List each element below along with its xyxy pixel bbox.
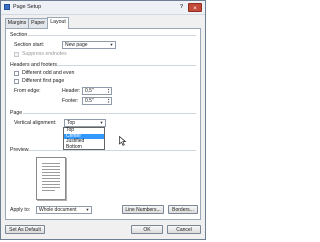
from-edge-label: From edge: bbox=[14, 88, 41, 94]
title-bar[interactable]: Page Setup ? × bbox=[1, 1, 205, 15]
spin-down-icon[interactable]: ▼ bbox=[106, 101, 111, 104]
preview-text-line bbox=[42, 172, 60, 173]
header-distance-label: Header: bbox=[62, 88, 81, 94]
spin-down-icon[interactable]: ▼ bbox=[106, 91, 111, 94]
section-start-select[interactable]: New page ▼ bbox=[62, 41, 116, 49]
set-as-default-button[interactable]: Set As Default bbox=[5, 225, 45, 234]
footer-distance-value: 0.5" bbox=[85, 98, 94, 104]
headers-footers-heading: Headers and footers bbox=[10, 62, 58, 68]
vertical-alignment-dropdown[interactable]: Top Center Justified Bottom bbox=[63, 127, 105, 150]
section-divider bbox=[28, 35, 196, 36]
vertical-alignment-select[interactable]: Top ▼ bbox=[64, 119, 106, 127]
option-bottom[interactable]: Bottom bbox=[64, 144, 104, 151]
tab-margins[interactable]: Margins bbox=[5, 18, 29, 28]
layout-panel: Section Section start: New page ▼ Suppre… bbox=[5, 28, 201, 220]
page-setup-dialog: Page Setup ? × Margins Paper Layout Sect… bbox=[0, 0, 206, 240]
preview-text-line bbox=[42, 163, 60, 164]
page-heading: Page bbox=[10, 110, 23, 116]
borders-button[interactable]: Borders... bbox=[168, 205, 198, 214]
apply-to-label: Apply to: bbox=[10, 207, 31, 213]
help-button[interactable]: ? bbox=[178, 4, 185, 11]
preview-divider bbox=[28, 150, 196, 151]
preview-text-line bbox=[42, 190, 55, 191]
footer-distance-label: Footer: bbox=[62, 98, 79, 104]
headers-footers-divider bbox=[57, 65, 196, 66]
different-odd-even-label: Different odd and even bbox=[22, 70, 75, 76]
vertical-alignment-label: Vertical alignment: bbox=[14, 120, 57, 126]
chevron-down-icon: ▼ bbox=[99, 120, 104, 125]
header-distance-value: 0.5" bbox=[85, 88, 94, 94]
tab-layout[interactable]: Layout bbox=[47, 17, 69, 29]
section-heading: Section bbox=[10, 32, 28, 38]
suppress-endnotes-label: Suppress endnotes bbox=[22, 51, 67, 57]
line-numbers-button[interactable]: Line Numbers... bbox=[122, 205, 164, 214]
preview-text-line bbox=[42, 187, 60, 188]
vertical-alignment-value: Top bbox=[67, 120, 76, 126]
preview-text-line bbox=[42, 184, 60, 185]
section-start-label: Section start: bbox=[14, 42, 45, 48]
mouse-pointer-icon bbox=[119, 136, 127, 146]
section-start-value: New page bbox=[65, 42, 88, 48]
different-first-page-checkbox[interactable] bbox=[14, 79, 19, 84]
ok-button[interactable]: OK bbox=[131, 225, 163, 234]
apply-to-select[interactable]: Whole document ▼ bbox=[36, 206, 92, 214]
different-odd-even-checkbox[interactable] bbox=[14, 71, 19, 76]
preview-text-line bbox=[42, 169, 60, 170]
page-preview bbox=[36, 157, 66, 200]
close-button[interactable]: × bbox=[188, 3, 202, 12]
footer-distance-spinner[interactable]: 0.5" ▲ ▼ bbox=[82, 97, 112, 105]
chevron-down-icon: ▼ bbox=[85, 207, 90, 212]
suppress-endnotes-checkbox[interactable] bbox=[14, 52, 19, 57]
preview-text-line bbox=[42, 181, 60, 182]
preview-text-line bbox=[42, 178, 60, 179]
tab-paper[interactable]: Paper bbox=[28, 18, 48, 28]
preview-heading: Preview bbox=[10, 147, 29, 153]
preview-text-line bbox=[42, 166, 60, 167]
page-divider bbox=[23, 113, 196, 114]
cancel-button[interactable]: Cancel bbox=[167, 225, 201, 234]
app-icon bbox=[4, 4, 10, 10]
chevron-down-icon: ▼ bbox=[109, 42, 114, 47]
header-distance-spinner[interactable]: 0.5" ▲ ▼ bbox=[82, 87, 112, 95]
apply-to-value: Whole document bbox=[39, 207, 77, 213]
preview-text-line bbox=[42, 175, 60, 176]
different-first-page-label: Different first page bbox=[22, 78, 65, 84]
dialog-title: Page Setup bbox=[13, 4, 42, 10]
